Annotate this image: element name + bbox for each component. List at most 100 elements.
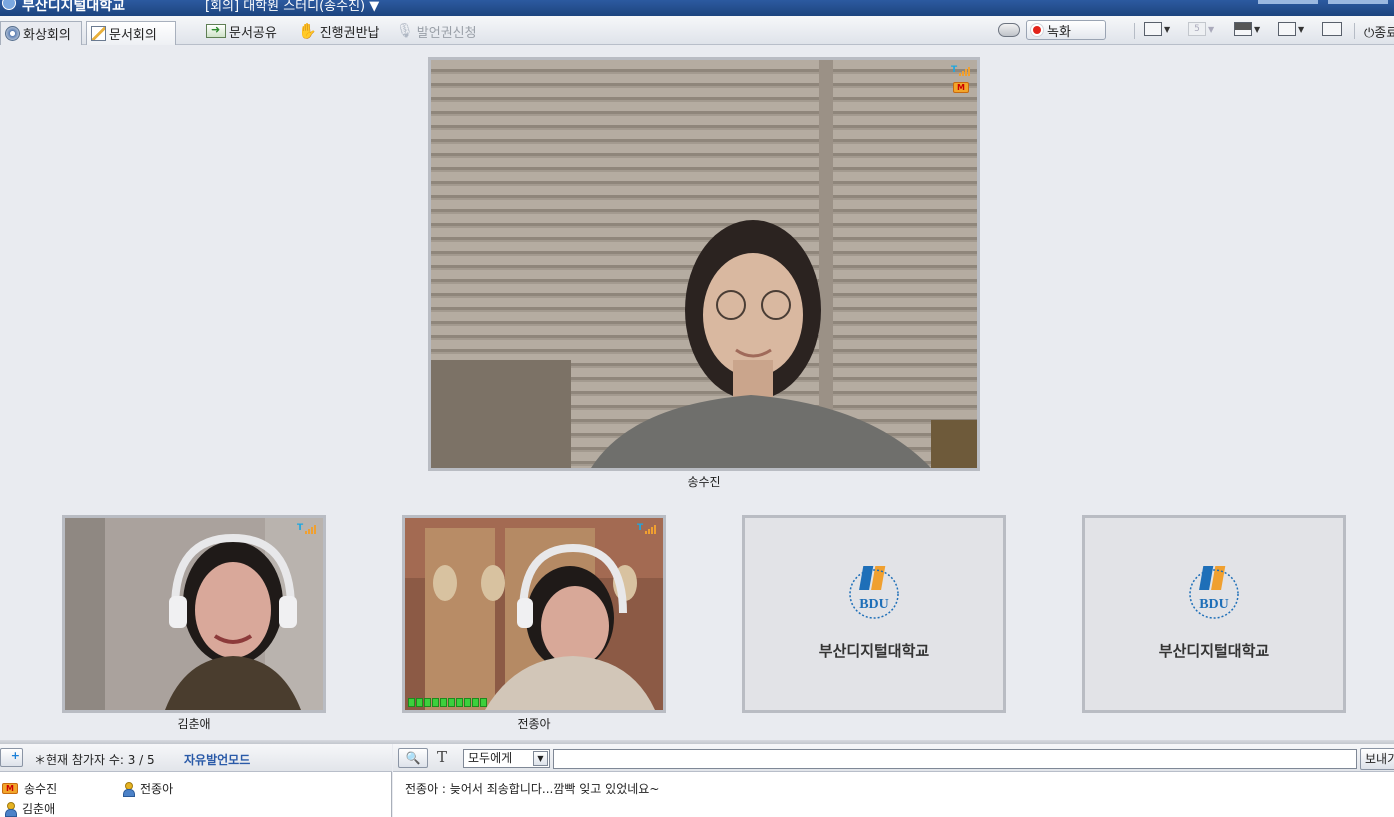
request-speak-button[interactable]: 🎙 발언권신청 <box>396 22 477 41</box>
title-bar: 부산디지털대학교 [회의] 대학원 스터디(송수진) ▼ <box>0 0 1394 16</box>
dropdown-arrow-icon: ▼ <box>1164 24 1171 34</box>
chat-panel: 🔍 T 모두에게 ▼ 보내기 전종아 : 늦어서 죄송합니다...깜빡 잊고 있… <box>393 744 1394 817</box>
signal-badge-text: T <box>951 65 958 75</box>
wrench-icon <box>1322 22 1342 36</box>
volume-sliders[interactable] <box>1258 0 1388 4</box>
record-dot-icon <box>1033 26 1041 34</box>
request-speak-label: 발언권신청 <box>416 25 477 41</box>
master-badge-icon: M <box>2 783 18 794</box>
hand-icon: ✋ <box>298 21 317 40</box>
app-title: 부산디지털대학교 <box>22 0 126 14</box>
tab-video-meeting[interactable]: 화상회의 <box>0 21 82 45</box>
chat-target-select[interactable]: 모두에게 ▼ <box>463 749 550 768</box>
add-participant-button[interactable] <box>0 748 23 767</box>
chat-toolbar: 🔍 T 모두에게 ▼ 보내기 <box>393 744 1394 772</box>
logo-text: BDU <box>1199 597 1229 612</box>
main-video-frame <box>431 60 977 468</box>
dropdown-arrow-icon: ▼ <box>1254 24 1261 34</box>
chat-message: 전종아 : 늦어서 죄송합니다...깜빡 잊고 있었네요~ <box>405 782 660 796</box>
speaker-icon <box>1144 22 1162 36</box>
webcam-icon <box>5 26 20 41</box>
return-control-button[interactable]: ✋ 진행권반납 <box>298 21 380 41</box>
magnifier-icon: 🔍 <box>405 751 421 765</box>
fullscreen-icon <box>1278 22 1296 36</box>
font-setting-button[interactable]: T <box>437 748 447 766</box>
share-document-button[interactable]: 문서공유 <box>206 22 277 41</box>
chevron-down-icon: ▼ <box>369 0 380 14</box>
chat-zoom-button[interactable]: 🔍 <box>398 748 428 768</box>
speaker-setting-button[interactable]: ▼ <box>1144 22 1170 36</box>
participant-video-frame <box>405 518 663 710</box>
participant-video-1[interactable]: T <box>62 515 326 713</box>
pencil-doc-icon <box>91 26 106 41</box>
divider <box>1354 23 1355 39</box>
font-icon: T <box>437 748 448 766</box>
microphone-icon: 🎙 <box>396 22 414 39</box>
tab-label: 문서회의 <box>109 28 157 43</box>
master-badge-icon: M <box>953 82 969 93</box>
toolbar: 화상회의 문서회의 문서공유 ✋ 진행권반납 🎙 발언권신청 녹화 ▼ 5▼ ▼… <box>0 16 1394 45</box>
dropdown-arrow-icon: ▼ <box>1298 24 1305 34</box>
room-title-dropdown[interactable]: [회의] 대학원 스터디(송수진) ▼ <box>205 0 379 14</box>
exit-label: 종료 <box>1374 26 1394 41</box>
participant-count: ＊현재 참가자 수: 3 / 5 <box>34 753 155 767</box>
participant-name: 김춘애 <box>22 802 56 816</box>
empty-video-slot-1: BDU 부산디지털대학교 <box>742 515 1006 713</box>
signal-badge-text: T <box>297 523 304 533</box>
settings-button[interactable] <box>1322 22 1342 36</box>
return-control-label: 진행권반납 <box>319 25 380 41</box>
person-icon <box>4 802 17 817</box>
screen-layout-button[interactable]: ▼ <box>1234 22 1260 36</box>
exit-button[interactable]: ⏻종료 <box>1364 22 1394 41</box>
person-icon <box>122 782 135 797</box>
signal-strength-icon: T <box>637 524 657 534</box>
free-speech-mode-button[interactable]: 자유발언모드 <box>184 751 250 768</box>
audio-level-meter <box>408 698 487 707</box>
record-label: 녹화 <box>1047 24 1071 40</box>
power-icon: ⏻ <box>1364 26 1375 41</box>
participant-video-2[interactable]: T <box>402 515 666 713</box>
layout-count-button[interactable]: 5 ▼ <box>1188 22 1214 36</box>
mic-volume-slider[interactable] <box>1258 0 1318 4</box>
speaker-volume-slider[interactable] <box>1328 0 1388 4</box>
chat-target-value: 모두에게 <box>468 751 513 765</box>
fullscreen-button[interactable]: ▼ <box>1278 22 1304 36</box>
participant-item[interactable]: M 송수진 <box>2 780 57 797</box>
school-name: 부산디지털대학교 <box>1158 642 1270 660</box>
participant-video-name: 김춘애 <box>177 717 211 731</box>
participant-item[interactable]: 전종아 <box>122 780 173 797</box>
chat-input[interactable] <box>553 749 1357 769</box>
share-doc-icon <box>206 23 226 38</box>
school-name: 부산디지털대학교 <box>818 642 930 660</box>
record-group: 녹화 <box>998 20 1106 40</box>
chevron-down-icon: ▼ <box>533 751 548 766</box>
layout-icon <box>1234 22 1252 36</box>
signal-badge-text: T <box>637 523 644 533</box>
main-video-name: 송수진 <box>687 475 721 489</box>
empty-video-slot-2: BDU 부산디지털대학교 <box>1082 515 1346 713</box>
participant-name: 송수진 <box>24 782 58 796</box>
room-title-text: [회의] 대학원 스터디(송수진) <box>205 0 366 14</box>
share-document-label: 문서공유 <box>229 25 277 41</box>
participants-panel: ＊현재 참가자 수: 3 / 5 자유발언모드 M 송수진 전종아 김춘애 <box>0 744 392 817</box>
app-logo-icon <box>2 0 16 10</box>
send-button[interactable]: 보내기 <box>1360 748 1394 770</box>
video-camera-icon <box>998 23 1020 37</box>
record-button[interactable]: 녹화 <box>1026 20 1106 40</box>
participant-item[interactable]: 김춘애 <box>4 800 55 817</box>
layout-count-number: 5 <box>1188 22 1206 36</box>
dropdown-arrow-icon: ▼ <box>1208 24 1215 34</box>
logo-text: BDU <box>859 597 889 612</box>
participant-video-name: 전종아 <box>517 717 551 731</box>
participants-header: ＊현재 참가자 수: 3 / 5 자유발언모드 <box>0 744 392 772</box>
school-logo: BDU <box>1189 566 1239 619</box>
main-video-feed[interactable]: T M <box>428 57 980 471</box>
tab-document-meeting[interactable]: 문서회의 <box>86 21 176 45</box>
signal-strength-icon: T <box>951 66 971 76</box>
participant-video-frame <box>65 518 323 710</box>
tab-label: 화상회의 <box>23 28 71 43</box>
divider <box>1134 23 1135 39</box>
signal-strength-icon: T <box>297 524 317 534</box>
participant-name: 전종아 <box>140 782 174 796</box>
school-logo: BDU <box>849 566 899 619</box>
